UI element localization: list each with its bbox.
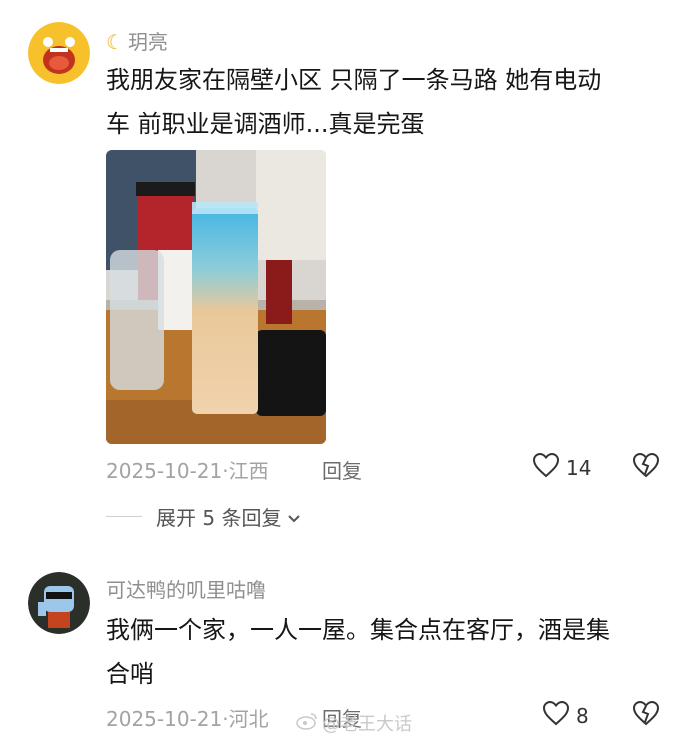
chevron-down-icon [287,505,301,529]
broken-heart-icon [632,452,660,482]
reply-button[interactable]: 回复 [322,455,362,484]
watermark: @老王大话 [296,710,412,736]
comment-text-line: 车 前职业是调酒师...真是完蛋 [106,110,425,138]
comment-text-line: 我俩一个家，一人一屋。集合点在客厅，酒是集 [106,616,610,644]
divider [106,516,142,517]
comment-meta: 2025-10-21·河北 [106,703,269,732]
like-button[interactable]: 8 [542,700,589,731]
attached-photo[interactable] [106,150,326,444]
like-count: 14 [566,455,592,480]
comment-date: 2025-10-21 [106,459,223,483]
avatar[interactable] [28,22,90,84]
username[interactable]: 可达鸭的叽里咕噜 [106,574,266,603]
expand-replies-button[interactable]: 展开 5 条回复 [106,502,301,531]
comment-meta: 2025-10-21·江西 [106,455,269,484]
expand-replies-label: 展开 5 条回复 [156,506,282,530]
username-text: 玥亮 [127,30,168,54]
like-count: 8 [576,703,589,728]
dislike-button[interactable] [632,700,660,730]
heart-outline-icon [542,700,570,731]
username[interactable]: ☾ 玥亮 [106,26,168,55]
heart-outline-icon [532,452,560,483]
weibo-logo-icon [296,712,318,735]
watermark-text: @老王大话 [322,714,412,735]
comment-text: 我朋友家在隔壁小区 只隔了一条马路 她有电动 车 前职业是调酒师...真是完蛋 [106,58,666,146]
crescent-moon-icon: ☾ [106,30,124,54]
avatar[interactable] [28,572,90,634]
comment-1: ☾ 玥亮 我朋友家在隔壁小区 只隔了一条马路 她有电动 车 前职业是调酒师...真… [0,0,690,540]
broken-heart-icon [632,700,660,730]
comment-text-line: 我朋友家在隔壁小区 只隔了一条马路 她有电动 [106,66,602,94]
comment-location: 河北 [228,707,269,731]
like-button[interactable]: 14 [532,452,591,483]
comment-text: 我俩一个家，一人一屋。集合点在客厅，酒是集 合哨 [106,608,666,696]
comment-date: 2025-10-21 [106,707,223,731]
comment-location: 江西 [228,459,269,483]
dislike-button[interactable] [632,452,660,482]
comment-text-line: 合哨 [106,660,154,688]
